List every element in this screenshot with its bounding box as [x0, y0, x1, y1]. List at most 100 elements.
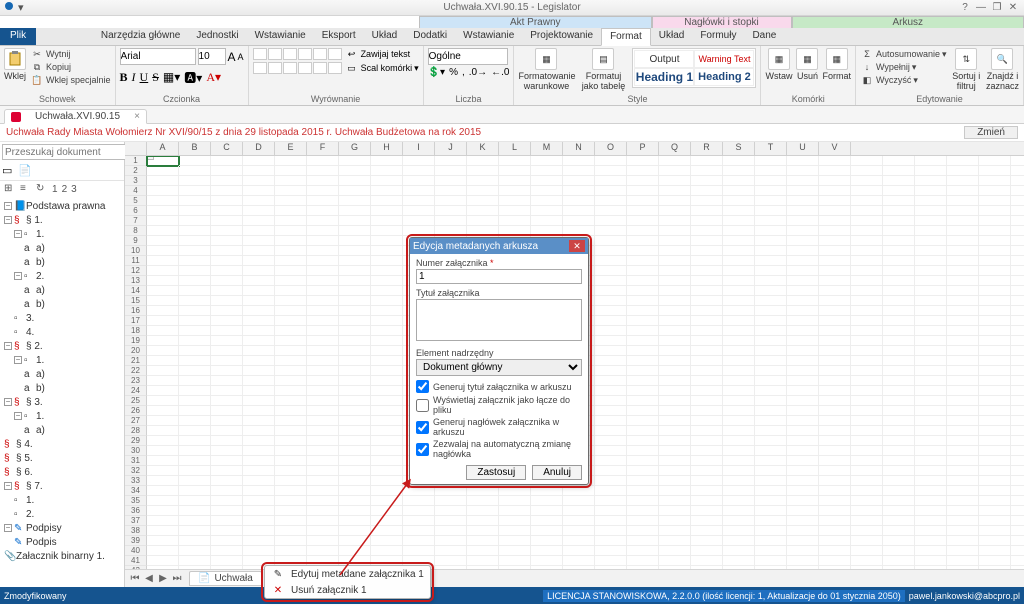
refresh-icon[interactable]: ↻: [36, 183, 48, 195]
menu-edit-metadata[interactable]: ✎Edytuj metadane załącznika 1: [265, 566, 430, 582]
chk-wyswietlaj-lacze[interactable]: Wyświetlaj załącznik jako łącze do pliku: [416, 395, 582, 415]
menu-delete-attachment[interactable]: ✕Usuń załącznik 1: [265, 582, 430, 598]
sidebar-tool-2[interactable]: 📄: [18, 164, 32, 178]
autosum-button[interactable]: ΣAutosumowanie▾: [860, 48, 947, 60]
tab-narzedzia[interactable]: Narzędzia główne: [93, 28, 189, 45]
list-icon[interactable]: ≡: [20, 183, 32, 195]
context-menu: ✎Edytuj metadane załącznika 1 ✕Usuń załą…: [264, 565, 431, 599]
font-color-button[interactable]: A▾: [206, 70, 221, 85]
dialog-close-button[interactable]: ✕: [569, 240, 585, 252]
view-3[interactable]: 3: [71, 184, 77, 195]
sort-filter-button[interactable]: ⇅Sortuj i filtruj: [951, 48, 982, 91]
view-1[interactable]: 1: [52, 184, 58, 195]
currency-button[interactable]: 💲▾: [428, 67, 445, 78]
group-style: ▦Formatowanie warunkowe ▤Formatuj jako t…: [514, 46, 761, 105]
borders-button[interactable]: ▦▾: [163, 70, 180, 85]
view-2[interactable]: 2: [62, 184, 68, 195]
tytul-label: Tytuł załącznika: [416, 288, 582, 298]
strike-button[interactable]: S: [152, 70, 159, 85]
format-table-button[interactable]: ▤Formatuj jako tabelę: [578, 48, 628, 91]
style-gallery[interactable]: OutputWarning Text Heading 1Heading 2: [632, 48, 756, 88]
numer-input[interactable]: [416, 269, 582, 284]
tab-eksport[interactable]: Eksport: [314, 28, 364, 45]
merge-cells-button[interactable]: ▭Scal komórki▾: [345, 62, 419, 74]
fill-button[interactable]: ↓Wypełnij▾: [860, 61, 947, 73]
tab-uklad1[interactable]: Układ: [364, 28, 406, 45]
table-icon: ▤: [592, 48, 614, 70]
font-size-input[interactable]: [198, 48, 226, 65]
context-tab-akt[interactable]: Akt Prawny: [419, 16, 652, 28]
sidebar-view-switch: ⊞ ≡ ↻ 1 2 3: [0, 181, 124, 197]
context-tab-naglowki[interactable]: Nagłówki i stopki: [652, 16, 792, 28]
align-buttons[interactable]: [253, 48, 342, 60]
chk-generuj-naglowek[interactable]: Generuj nagłówek załącznika w arkuszu: [416, 417, 582, 437]
context-tab-arkusz[interactable]: Arkusz: [792, 16, 1024, 28]
tab-dodatki[interactable]: Dodatki: [405, 28, 455, 45]
doc-tab-close-icon[interactable]: ×: [134, 111, 140, 122]
conditional-format-button[interactable]: ▦Formatowanie warunkowe: [518, 48, 574, 91]
tytul-textarea[interactable]: [416, 299, 582, 341]
dec-decimal-button[interactable]: ←.0: [491, 67, 509, 78]
tab-uklad2[interactable]: Układ: [651, 28, 693, 45]
align-buttons-2[interactable]: [253, 62, 342, 74]
column-headers[interactable]: ABCDEFGHIJKLMNOPQRSTUV: [125, 142, 1024, 156]
italic-button[interactable]: I: [132, 70, 136, 85]
font-grow-icon[interactable]: A: [228, 50, 236, 64]
minimize-button[interactable]: —: [974, 2, 988, 13]
tab-projektowanie[interactable]: Projektowanie: [522, 28, 601, 45]
font-family-input[interactable]: [120, 48, 196, 65]
window-title: Uchwała.XVI.90.15 - Legislator: [443, 2, 580, 13]
clear-button[interactable]: ◧Wyczyść▾: [860, 74, 947, 86]
bold-button[interactable]: B: [120, 70, 128, 85]
insert-cells-button[interactable]: ▦Wstaw: [765, 48, 792, 81]
cond-format-icon: ▦: [535, 48, 557, 70]
wrap-text-button[interactable]: ↩Zawijaj tekst: [345, 48, 411, 60]
document-tab-bar: Uchwała.XVI.90.15 ×: [0, 106, 1024, 124]
sheet-tab-uchwala[interactable]: 📄Uchwała: [189, 571, 262, 586]
app-menu-icon[interactable]: [4, 1, 14, 14]
document-tree[interactable]: −📘Podstawa prawna −§§ 1. −▫1. aa) ab) −▫…: [0, 197, 124, 587]
cancel-button[interactable]: Anuluj: [532, 465, 582, 480]
tab-formuly[interactable]: Formuły: [692, 28, 744, 45]
delete-icon: ▦: [796, 48, 818, 70]
dialog-edycja-metadanych: Edycja metadanych arkusza ✕ Numer załącz…: [409, 237, 589, 485]
paste-special-icon: 📋: [30, 74, 44, 86]
help-icon[interactable]: ?: [958, 2, 972, 13]
sidebar-tool-1[interactable]: ▭: [2, 164, 16, 178]
copy-button[interactable]: ⧉Kopiuj: [30, 61, 111, 73]
number-format-select[interactable]: [428, 48, 508, 65]
tab-dane[interactable]: Dane: [744, 28, 784, 45]
sort-icon: ⇅: [955, 48, 977, 70]
tab-jednostki[interactable]: Jednostki: [188, 28, 246, 45]
search-input[interactable]: [2, 144, 140, 160]
paste-special-button[interactable]: 📋Wklej specjalnie: [30, 74, 111, 86]
fill-color-button[interactable]: 🅰▾: [184, 69, 202, 86]
font-shrink-icon[interactable]: A: [238, 52, 244, 62]
paste-button[interactable]: Wklej: [4, 48, 26, 81]
zmien-button[interactable]: Zmień: [964, 126, 1018, 139]
underline-button[interactable]: U: [140, 70, 149, 85]
tab-wstawianie1[interactable]: Wstawianie: [247, 28, 314, 45]
tab-format[interactable]: Format: [601, 28, 651, 46]
find-select-button[interactable]: 🔍Znajdź i zaznacz: [986, 48, 1019, 91]
close-button[interactable]: ✕: [1006, 2, 1020, 13]
format-cells-button[interactable]: ▦Format: [822, 48, 851, 81]
element-select[interactable]: Dokument główny: [416, 359, 582, 376]
apply-button[interactable]: Zastosuj: [466, 465, 526, 480]
tab-file[interactable]: Plik: [0, 28, 36, 45]
sheet-nav[interactable]: ⏮◀▶⏭: [129, 573, 183, 584]
tree-icon[interactable]: ⊞: [4, 183, 16, 195]
merge-icon: ▭: [345, 62, 359, 74]
percent-button[interactable]: %: [449, 67, 458, 78]
document-tab[interactable]: Uchwała.XVI.90.15 ×: [4, 109, 147, 124]
tab-wstawianie2[interactable]: Wstawianie: [455, 28, 522, 45]
group-label-wyrownanie: Wyrównanie: [253, 94, 419, 105]
inc-decimal-button[interactable]: .0→: [469, 67, 487, 78]
delete-cells-button[interactable]: ▦Usuń: [796, 48, 818, 81]
chk-generuj-tytul[interactable]: Generuj tytuł załącznika w arkuszu: [416, 380, 582, 393]
cut-button[interactable]: ✂Wytnij: [30, 48, 111, 60]
quick-access-icon[interactable]: ▾: [18, 1, 24, 14]
chk-zezwalaj-auto[interactable]: Zezwalaj na automatyczną zmianę nagłówka: [416, 439, 582, 459]
maximize-button[interactable]: ❐: [990, 2, 1004, 13]
comma-button[interactable]: ,: [462, 67, 465, 78]
